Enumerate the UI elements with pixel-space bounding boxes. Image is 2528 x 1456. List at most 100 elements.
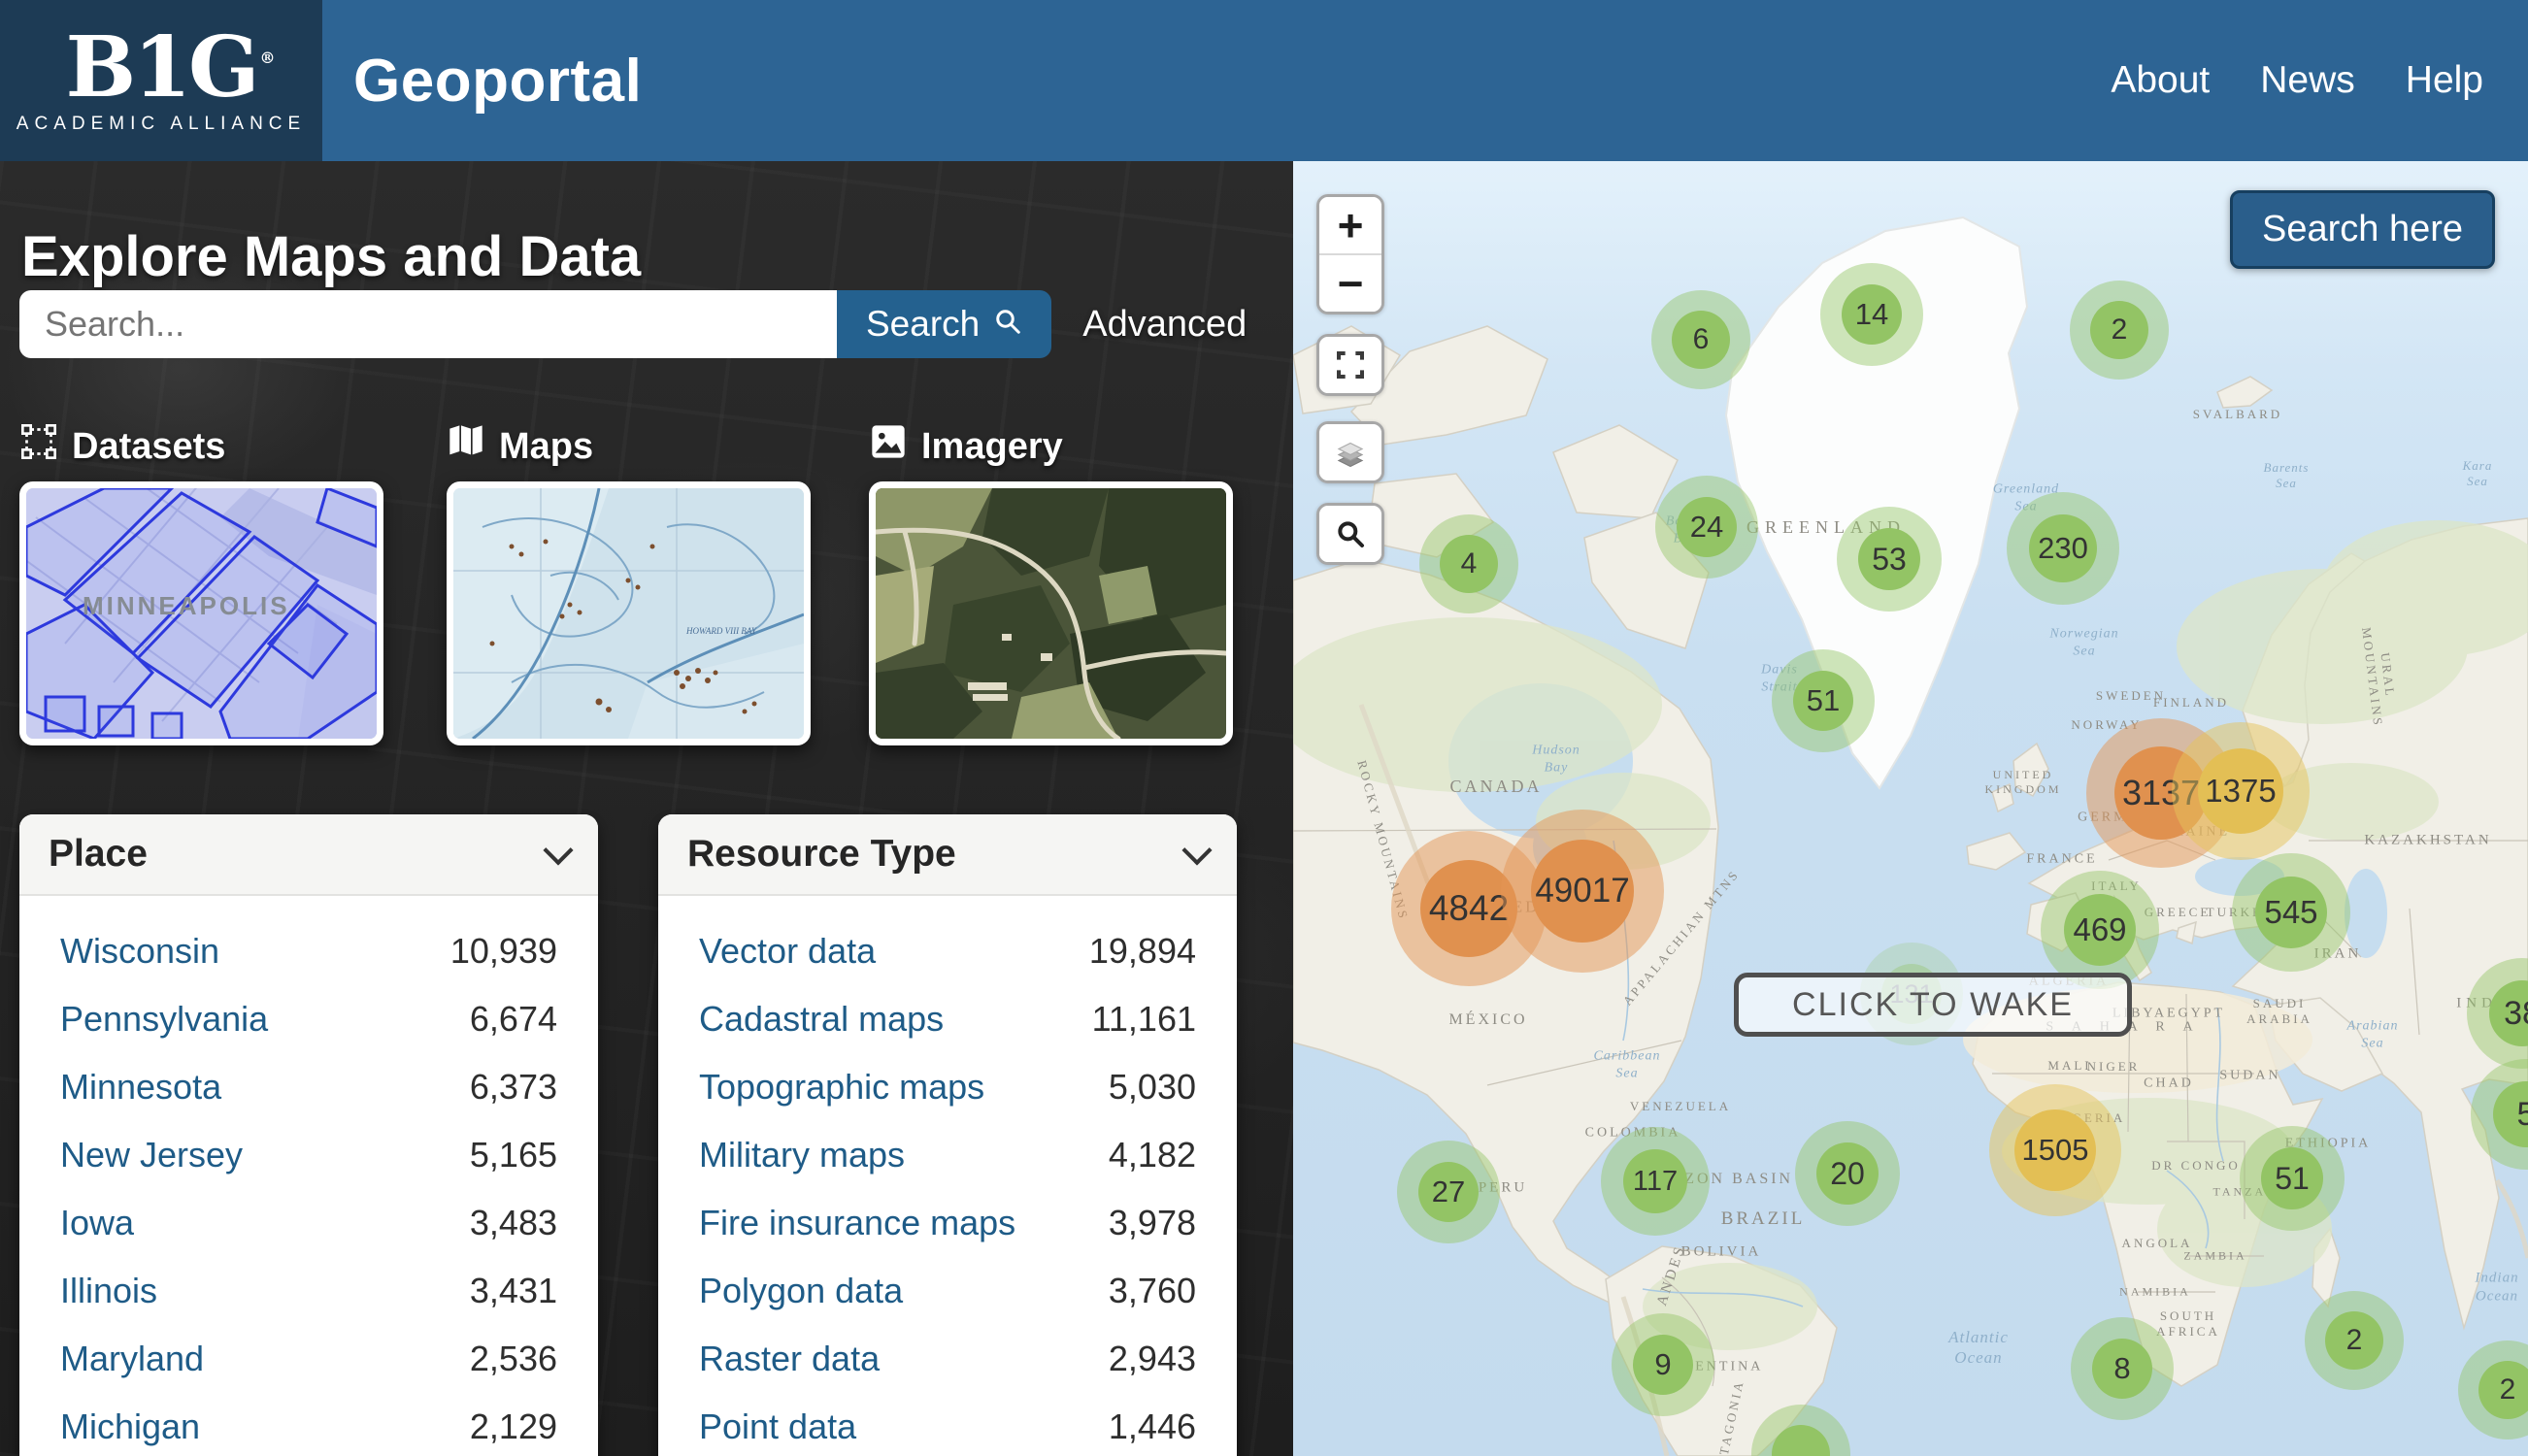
place-row: Michigan 2,129 xyxy=(60,1406,557,1447)
map-cluster[interactable]: 51 xyxy=(2261,1147,2323,1209)
place-count: 3,431 xyxy=(470,1271,557,1311)
map-cluster[interactable]: 49017 xyxy=(1531,840,1634,943)
zoom-out-button[interactable]: − xyxy=(1319,255,1381,312)
map-cluster[interactable]: 3137 xyxy=(2114,746,2208,840)
b1g-logo-text: B1G® xyxy=(66,26,257,110)
map-cluster[interactable]: 230 xyxy=(2029,514,2097,582)
map-cluster[interactable]: 53 xyxy=(1858,528,1920,590)
place-count: 10,939 xyxy=(450,931,557,972)
map-cluster[interactable]: 2 xyxy=(2478,1361,2528,1419)
place-link[interactable]: Michigan xyxy=(60,1406,200,1447)
datasets-thumbnail[interactable]: MINNEAPOLIS xyxy=(19,481,383,745)
b1g-logo[interactable]: B1G® ACADEMIC ALLIANCE xyxy=(0,0,322,161)
imagery-thumbnail[interactable] xyxy=(869,481,1233,745)
map-cluster[interactable]: 6 xyxy=(1672,311,1730,369)
place-count: 5,165 xyxy=(470,1135,557,1175)
page-title: Explore Maps and Data xyxy=(21,224,641,289)
map-cluster[interactable]: 2 xyxy=(2325,1311,2383,1370)
fullscreen-button[interactable] xyxy=(1319,337,1381,393)
place-link[interactable]: Wisconsin xyxy=(60,931,219,972)
place-link[interactable]: Illinois xyxy=(60,1271,157,1311)
map-cluster[interactable]: 27 xyxy=(1418,1162,1479,1222)
fullscreen-icon xyxy=(1335,339,1366,391)
map-cluster[interactable]: 9 xyxy=(1633,1335,1693,1395)
place-row: Illinois 3,431 xyxy=(60,1271,557,1311)
nav-link-news[interactable]: News xyxy=(2260,59,2355,102)
layers-button[interactable] xyxy=(1319,424,1381,480)
map-cluster[interactable]: 545 xyxy=(2255,877,2327,948)
resource-type-count: 19,894 xyxy=(1089,931,1196,972)
place-row: Iowa3,483 xyxy=(60,1203,557,1243)
place-facet-list: Wisconsin 10,939 Pennsylvania 6,674 Minnesot… xyxy=(19,896,598,1456)
resource-type-link[interactable]: Military maps xyxy=(699,1135,905,1175)
resource-type-link[interactable]: Cadastral maps xyxy=(699,999,944,1040)
place-link[interactable]: Minnesota xyxy=(60,1067,221,1108)
search-button[interactable]: Search xyxy=(837,290,1051,358)
resource-type-link[interactable]: Vector data xyxy=(699,931,876,972)
resource-type-row: Vector data 19,894 xyxy=(699,931,1196,972)
place-facet-header[interactable]: Place xyxy=(19,814,598,896)
resource-type-count: 11,161 xyxy=(1092,999,1196,1040)
nav-link-about[interactable]: About xyxy=(2111,59,2210,102)
map-cluster[interactable]: 24 xyxy=(1677,497,1737,557)
resource-type-count: 4,182 xyxy=(1109,1135,1196,1175)
category-maps: Maps xyxy=(447,421,811,745)
resource-type-count: 1,446 xyxy=(1109,1406,1196,1447)
map-cluster[interactable]: 20 xyxy=(1816,1142,1879,1205)
place-count: 6,674 xyxy=(470,999,557,1040)
map-search-icon xyxy=(1335,508,1366,560)
datasets-header[interactable]: Datasets xyxy=(19,421,383,472)
map-cluster[interactable]: 117 xyxy=(1623,1149,1687,1213)
nav-link-help[interactable]: Help xyxy=(2406,59,2483,102)
place-link[interactable]: Iowa xyxy=(60,1203,134,1243)
place-row: Minnesota6,373 xyxy=(60,1067,557,1108)
place-row: Maryland2,536 xyxy=(60,1339,557,1379)
search-icon xyxy=(993,304,1022,345)
resource-type-link[interactable]: Fire insurance maps xyxy=(699,1203,1015,1243)
b1g-logo-subtitle: ACADEMIC ALLIANCE xyxy=(17,114,306,135)
resource-type-link[interactable]: Polygon data xyxy=(699,1271,903,1311)
place-link[interactable]: New Jersey xyxy=(60,1135,243,1175)
map-cluster[interactable]: 51 xyxy=(1793,671,1853,731)
imagery-header[interactable]: Imagery xyxy=(869,421,1233,472)
resource-type-facet-header[interactable]: Resource Type xyxy=(658,814,1237,896)
map-cluster[interactable]: 4 xyxy=(1440,535,1498,593)
resource-type-link[interactable]: Topographic maps xyxy=(699,1067,984,1108)
datasets-label: Datasets xyxy=(72,426,225,468)
app-title[interactable]: Geoportal xyxy=(353,47,642,116)
search-input[interactable] xyxy=(19,290,837,358)
resource-type-row: Fire insurance maps 3,978 xyxy=(699,1203,1196,1243)
place-row: Pennsylvania 6,674 xyxy=(60,999,557,1040)
advanced-search-link[interactable]: Advanced xyxy=(1082,304,1247,346)
search-row: Search Advanced xyxy=(19,290,1247,358)
maps-label: Maps xyxy=(499,426,593,468)
map-cluster[interactable]: 8 xyxy=(2092,1339,2152,1399)
resource-type-row: Polygon data3,760 xyxy=(699,1271,1196,1311)
map-cluster[interactable]: 14 xyxy=(1842,284,1902,345)
map-search-button[interactable] xyxy=(1319,506,1381,562)
zoom-in-button[interactable]: + xyxy=(1319,197,1381,253)
resource-type-count: 2,943 xyxy=(1109,1339,1196,1379)
layers-control xyxy=(1316,421,1384,483)
maps-header[interactable]: Maps xyxy=(447,421,811,472)
resource-type-facet-title: Resource Type xyxy=(687,833,956,876)
map-cluster[interactable]: 1375 xyxy=(2198,748,2283,834)
map-cluster[interactable]: 469 xyxy=(2064,894,2136,966)
search-here-button[interactable]: Search here xyxy=(2230,190,2495,269)
place-link[interactable]: Pennsylvania xyxy=(60,999,268,1040)
click-to-wake-overlay[interactable]: CLICK TO WAKE xyxy=(1734,973,2132,1037)
fullscreen-control xyxy=(1316,334,1384,396)
map-cluster[interactable]: 4842 xyxy=(1420,860,1517,957)
resource-type-link[interactable]: Raster data xyxy=(699,1339,880,1379)
map-cluster[interactable]: 1505 xyxy=(2014,1109,2096,1191)
place-row: New Jersey 5,165 xyxy=(60,1135,557,1175)
map-region[interactable]: CANADAUNITED STATESMÉXICOCaribbean SeaCO… xyxy=(1293,161,2528,1456)
place-link[interactable]: Maryland xyxy=(60,1339,204,1379)
maps-thumbnail[interactable]: HOWARD VIII BAY xyxy=(447,481,811,745)
place-row: Wisconsin 10,939 xyxy=(60,931,557,972)
chevron-down-icon xyxy=(543,835,573,865)
resource-type-link[interactable]: Point data xyxy=(699,1406,856,1447)
resource-type-count: 3,978 xyxy=(1109,1203,1196,1243)
place-count: 2,129 xyxy=(470,1406,557,1447)
map-cluster[interactable]: 2 xyxy=(2090,301,2148,359)
